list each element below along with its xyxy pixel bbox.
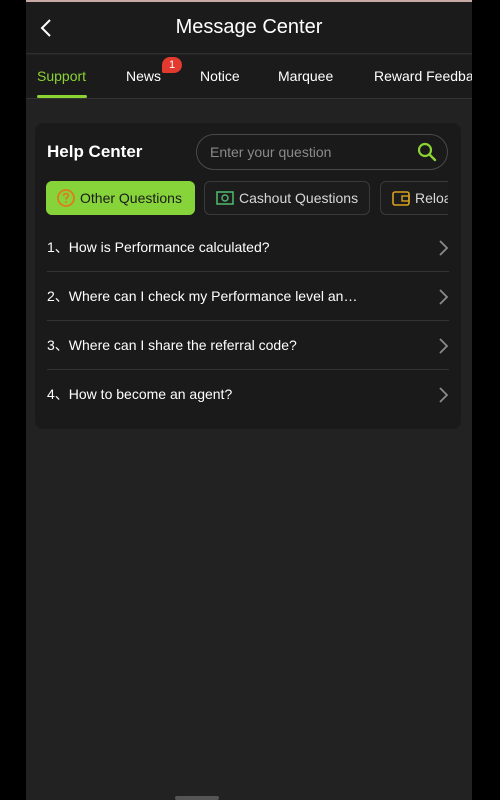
category-label: Other Questions xyxy=(80,190,182,206)
wallet-icon xyxy=(391,188,411,208)
category-label: Cashout Questions xyxy=(239,190,359,206)
home-indicator xyxy=(175,796,219,800)
faq-item[interactable]: 1、How is Performance calculated? xyxy=(35,223,461,272)
active-tab-indicator xyxy=(37,95,87,98)
faq-question: 4、How to become an agent? xyxy=(47,386,233,402)
category-chips: Other Questions Cashout Questions Reloa xyxy=(46,181,448,215)
header: Message Center xyxy=(26,2,472,54)
back-button[interactable] xyxy=(34,14,58,42)
chevron-right-icon xyxy=(439,387,449,403)
tab-news[interactable]: News xyxy=(126,55,161,98)
faq-question: 2、Where can I check my Performance level… xyxy=(47,288,358,304)
tab-support[interactable]: Support xyxy=(37,55,86,98)
chevron-right-icon xyxy=(439,240,449,256)
chevron-right-icon xyxy=(439,338,449,354)
help-center-title: Help Center xyxy=(47,142,143,161)
search-box xyxy=(196,134,448,170)
cash-icon xyxy=(215,188,235,208)
question-circle-icon xyxy=(56,188,76,208)
help-center-card: Help Center Other Questions xyxy=(35,123,461,429)
category-label: Reload Questions xyxy=(415,190,448,206)
tab-notice[interactable]: Notice xyxy=(200,55,240,98)
faq-item[interactable]: 4、How to become an agent? xyxy=(35,370,461,419)
search-input[interactable] xyxy=(210,135,410,169)
search-icon[interactable] xyxy=(417,142,437,162)
faq-question: 3、Where can I share the referral code? xyxy=(47,337,297,353)
category-reload-questions[interactable]: Reload Questions xyxy=(380,181,448,215)
faq-item[interactable]: 2、Where can I check my Performance level… xyxy=(35,272,461,321)
faq-question: 1、How is Performance calculated? xyxy=(47,239,270,255)
category-other-questions[interactable]: Other Questions xyxy=(46,181,195,215)
page-title: Message Center xyxy=(175,16,323,38)
faq-item[interactable]: 3、Where can I share the referral code? xyxy=(35,321,461,370)
tab-reward-feedback[interactable]: Reward Feedback xyxy=(374,55,472,98)
tab-bar: Support News Notice Marquee Reward Feedb… xyxy=(26,55,472,99)
news-unread-badge: 1 xyxy=(162,57,182,73)
chevron-left-icon xyxy=(40,19,51,37)
category-cashout-questions[interactable]: Cashout Questions xyxy=(204,181,370,215)
app-frame: Message Center Support News Notice Marqu… xyxy=(26,0,472,800)
chevron-right-icon xyxy=(439,289,449,305)
tab-marquee[interactable]: Marquee xyxy=(278,55,333,98)
